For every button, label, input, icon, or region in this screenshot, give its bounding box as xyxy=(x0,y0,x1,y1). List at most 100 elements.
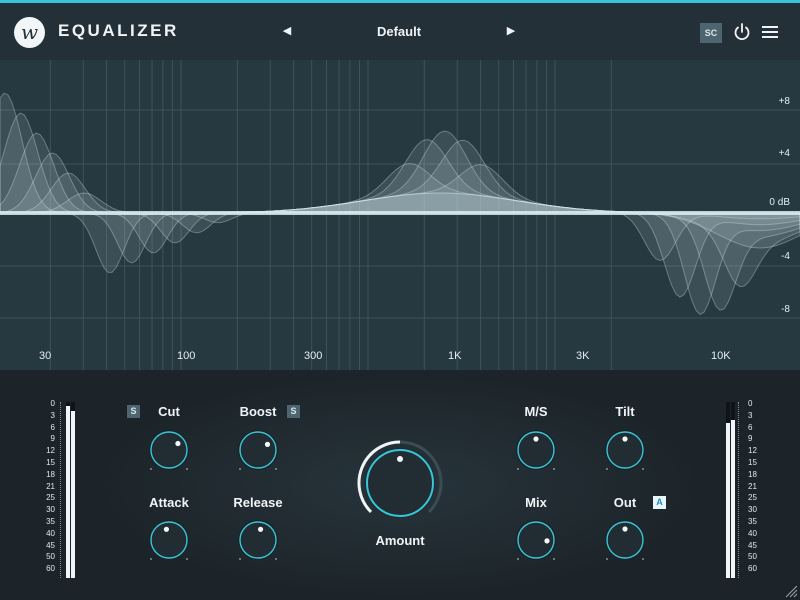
sidechain-button[interactable]: SC xyxy=(700,23,722,43)
knob-min-dot xyxy=(239,468,241,470)
meter-scale-label: 9 xyxy=(748,434,753,444)
boost-knob[interactable] xyxy=(235,427,281,473)
knob-min-dot xyxy=(606,558,608,560)
attack-label: Attack xyxy=(149,495,189,510)
amount-label: Amount xyxy=(375,533,425,548)
knob-indicator xyxy=(264,441,271,447)
meter-scale-label: 18 xyxy=(748,469,757,479)
power-icon[interactable] xyxy=(732,22,752,42)
meter-scale-label: 0 xyxy=(748,399,753,408)
meter-scale-label: 6 xyxy=(748,422,753,432)
knob-min-dot xyxy=(239,558,241,560)
knob-min-dot xyxy=(517,468,519,470)
eq-flat-line xyxy=(0,211,800,215)
meter-bar-right xyxy=(731,402,735,578)
meter-scale-label: 0 xyxy=(50,399,55,408)
logo-icon: w xyxy=(14,17,45,48)
meter-bar-left xyxy=(66,402,70,578)
amount-knob[interactable] xyxy=(355,438,445,528)
resize-handle-icon[interactable] xyxy=(782,582,798,598)
tilt-label: Tilt xyxy=(615,404,635,419)
db-label: +4 xyxy=(778,148,790,159)
meter-scale-label: 3 xyxy=(50,410,55,420)
knob-max-dot xyxy=(553,558,555,560)
meter-bar-right xyxy=(71,402,75,578)
knob-indicator xyxy=(622,436,628,442)
freq-label: 10K xyxy=(711,350,731,362)
meter-scale-label: 60 xyxy=(46,564,55,574)
meter-scale-label: 15 xyxy=(46,458,55,467)
freq-label: 30 xyxy=(39,350,52,362)
mix-knob[interactable] xyxy=(513,517,559,563)
knob-ring xyxy=(150,521,188,559)
tilt-knob[interactable] xyxy=(602,427,648,473)
eq-curves xyxy=(0,92,800,316)
meter-scale: 0 3 6 9 12 15 18 21 25 30 35 40 45 50 60 xyxy=(42,399,66,580)
meter-scale-label: 35 xyxy=(748,517,757,526)
release-knob[interactable] xyxy=(235,517,281,563)
knob-max-dot xyxy=(642,468,644,470)
knob-indicator xyxy=(257,526,264,532)
meter-scale-label: 60 xyxy=(748,564,757,574)
meter-scale-label: 25 xyxy=(748,493,757,503)
meter-scale-label: 21 xyxy=(748,481,757,491)
meter-scale-label: 30 xyxy=(46,505,55,515)
meter-scale-label: 40 xyxy=(46,528,55,538)
mix-label: Mix xyxy=(525,495,547,510)
cut-label: Cut xyxy=(158,404,180,419)
output-meter: 0 3 6 9 12 15 18 21 25 30 35 40 45 50 60 xyxy=(726,399,781,580)
meter-scale: 0 3 6 9 12 15 18 21 25 30 35 40 45 50 60 xyxy=(748,399,772,580)
knob-max-dot xyxy=(642,558,644,560)
meter-scale-label: 45 xyxy=(748,540,757,550)
knob-indicator xyxy=(175,440,181,447)
knob-min-dot xyxy=(606,468,608,470)
meter-scale-label: 6 xyxy=(50,422,55,432)
preset-name[interactable]: Default xyxy=(340,24,458,39)
ms-label: M/S xyxy=(524,404,548,419)
cut-knob[interactable] xyxy=(146,427,192,473)
db-label: +8 xyxy=(778,96,790,107)
hamburger-menu-icon[interactable] xyxy=(762,24,778,40)
eq-curve-area[interactable] xyxy=(0,60,800,370)
meter-scale-label: 3 xyxy=(748,410,753,420)
freq-label: 3K xyxy=(576,350,590,362)
attack-knob[interactable] xyxy=(146,517,192,563)
knob-max-dot xyxy=(186,558,188,560)
meter-scale-label: 18 xyxy=(46,469,55,479)
boost-sidechain-badge[interactable]: S xyxy=(287,405,300,418)
db-label: 0 dB xyxy=(769,197,790,208)
header-bar: w EQUALIZER ◀ Default ▶ SC xyxy=(0,3,800,60)
meter-scale-label: 50 xyxy=(748,552,757,562)
knob-indicator xyxy=(544,538,550,544)
preset-next-button[interactable]: ▶ xyxy=(504,24,518,40)
knob-ring xyxy=(239,521,277,559)
meter-scale-label: 35 xyxy=(46,517,55,526)
preset-prev-button[interactable]: ◀ xyxy=(280,24,294,40)
meter-scale-label: 45 xyxy=(46,540,55,550)
out-knob[interactable] xyxy=(602,517,648,563)
release-label: Release xyxy=(233,495,283,510)
knob-max-dot xyxy=(553,468,555,470)
freq-label: 300 xyxy=(304,350,323,362)
knob-ring xyxy=(150,431,188,469)
knob-indicator xyxy=(622,526,628,532)
ms-knob[interactable] xyxy=(513,427,559,473)
knob-min-dot xyxy=(150,558,152,560)
knob-indicator xyxy=(533,436,539,442)
control-panel: 0 3 6 9 12 15 18 21 25 30 35 40 45 50 60 0 3 6 9 12 15 18 21 2… xyxy=(0,370,800,600)
freq-label: 1K xyxy=(448,350,462,362)
out-auto-badge[interactable]: A xyxy=(653,496,666,509)
input-meter: 0 3 6 9 12 15 18 21 25 30 35 40 45 50 60 xyxy=(42,399,97,580)
amount-indicator xyxy=(397,456,403,462)
eq-graph[interactable]: +8 +4 0 dB -4 -8 30 100 300 1K 3K 10K xyxy=(0,60,800,370)
meter-scale-label: 12 xyxy=(748,446,757,456)
meter-scale-label: 50 xyxy=(46,552,55,562)
meter-scale-label: 12 xyxy=(46,446,55,456)
db-label: -4 xyxy=(781,251,790,262)
knob-max-dot xyxy=(186,468,188,470)
knob-max-dot xyxy=(275,558,277,560)
db-label: -8 xyxy=(781,304,790,315)
freq-label: 100 xyxy=(177,350,196,362)
meter-scale-label: 25 xyxy=(46,493,55,503)
meter-scale-label: 21 xyxy=(46,481,55,491)
